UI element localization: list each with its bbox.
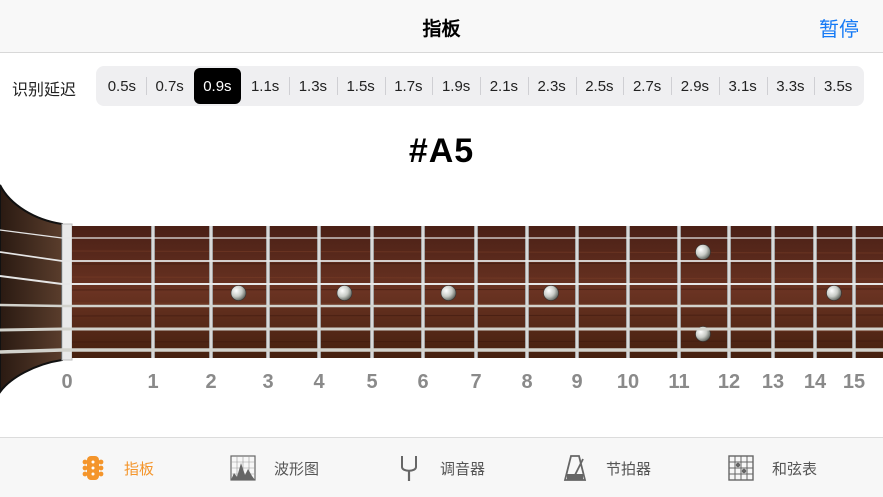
delay-option-2-3s[interactable]: 2.3s <box>527 68 576 104</box>
delay-option-1-1s[interactable]: 1.1s <box>241 68 289 104</box>
fret-inlay-dot <box>695 244 711 260</box>
tuning-fork-icon <box>401 456 417 481</box>
fret-number-0: 0 <box>61 371 73 393</box>
fret-inlay-dot <box>440 285 457 301</box>
fret-number-5: 5 <box>366 371 378 393</box>
fret-wire <box>813 226 817 358</box>
fret-number-6: 6 <box>417 371 429 393</box>
detected-note: #A5 <box>408 132 475 170</box>
fret-wire <box>727 226 731 358</box>
fret-number-row: 0 1 2 3 4 5 6 7 8 9 10 11 12 13 14 15 <box>0 371 883 397</box>
guitar-string <box>0 303 883 308</box>
fret-wire <box>421 226 425 358</box>
fret-wire <box>370 226 374 358</box>
fret-wire <box>209 226 213 358</box>
fret-number-12: 12 <box>717 371 741 393</box>
tab-tuner[interactable]: 调音器 <box>394 451 485 485</box>
fret-number-4: 4 <box>313 371 325 393</box>
tab-label: 和弦表 <box>772 459 818 478</box>
delay-option-1-9s[interactable]: 1.9s <box>432 68 480 104</box>
fret-number-3: 3 <box>262 371 274 393</box>
fret-wire <box>317 226 321 358</box>
delay-option-3-1s[interactable]: 3.1s <box>718 68 767 104</box>
tab-metronome[interactable]: 节拍器 <box>560 451 651 485</box>
tab-label: 波形图 <box>274 459 320 478</box>
tab-label: 指板 <box>124 459 155 478</box>
delay-option-1-3s[interactable]: 1.3s <box>289 68 337 104</box>
fret-inlay-dot <box>826 285 842 301</box>
recognition-delay-selector: 0.5s 0.7s 0.9s 1.1s 1.3s 1.5s 1.7s 1.9s 2.1s 2.3s… <box>96 66 864 106</box>
tab-bar: 指板 波形图 调音器 节拍器 和弦表 <box>0 437 883 497</box>
fret-wire <box>771 226 775 358</box>
delay-option-2-1s[interactable]: 2.1s <box>480 68 528 104</box>
fret-wire <box>626 226 630 358</box>
chord-grid-icon <box>728 455 754 481</box>
fret-wire <box>852 226 856 358</box>
fret-number-7: 7 <box>470 371 482 393</box>
guitar-fretboard <box>0 184 883 394</box>
fret-wire <box>266 226 270 358</box>
delay-option-3-5s[interactable]: 3.5s <box>814 68 862 104</box>
guitar-body <box>0 184 63 394</box>
fret-wire <box>677 226 681 358</box>
tab-label: 调音器 <box>440 459 486 478</box>
fret-inlay-dot <box>230 285 247 301</box>
fret-number-11: 11 <box>668 371 690 393</box>
delay-option-0-7s[interactable]: 0.7s <box>145 68 194 104</box>
fret-wire <box>474 226 478 358</box>
fret-number-2: 2 <box>205 371 217 393</box>
fret-number-9: 9 <box>571 371 583 393</box>
page-title: 指板 <box>422 18 461 40</box>
fret-number-10: 10 <box>616 371 640 393</box>
recognition-delay-label: 识别延迟 <box>12 80 77 99</box>
fret-wire <box>151 226 155 358</box>
pause-button[interactable]: 暂停 <box>819 13 859 42</box>
fret-number-13: 13 <box>761 371 785 393</box>
navigation-bar: 指板 暂停 <box>0 0 883 53</box>
delay-option-1-5s[interactable]: 1.5s <box>336 68 385 104</box>
tab-label: 节拍器 <box>606 459 652 478</box>
delay-option-3-3s[interactable]: 3.3s <box>766 68 815 104</box>
delay-option-2-5s[interactable]: 2.5s <box>575 68 624 104</box>
tab-fretboard[interactable]: 指板 <box>78 451 154 485</box>
delay-option-2-7s[interactable]: 2.7s <box>623 68 671 104</box>
guitar-nut <box>61 223 73 361</box>
fret-wire <box>525 226 529 358</box>
fret-inlay-dot <box>336 285 353 301</box>
waveform-chart-icon <box>230 455 256 481</box>
tab-waveform[interactable]: 波形图 <box>228 451 319 485</box>
fret-inlay-dot <box>543 285 559 301</box>
guitar-string <box>0 327 883 332</box>
tab-chord-chart[interactable]: 和弦表 <box>726 451 817 485</box>
fret-number-8: 8 <box>521 371 533 393</box>
guitar-string <box>0 348 883 354</box>
fret-number-14: 14 <box>803 371 827 393</box>
delay-option-2-9s[interactable]: 2.9s <box>671 68 719 104</box>
metronome-icon <box>563 455 587 481</box>
delay-option-1-7s[interactable]: 1.7s <box>384 68 433 104</box>
fret-wire <box>575 226 579 358</box>
delay-option-0-9s[interactable]: 0.9s <box>193 68 242 104</box>
fret-number-1: 1 <box>147 371 159 393</box>
delay-option-0-5s[interactable]: 0.5s <box>98 68 146 104</box>
fret-number-15: 15 <box>842 371 866 393</box>
guitar-headstock-icon <box>82 456 104 480</box>
